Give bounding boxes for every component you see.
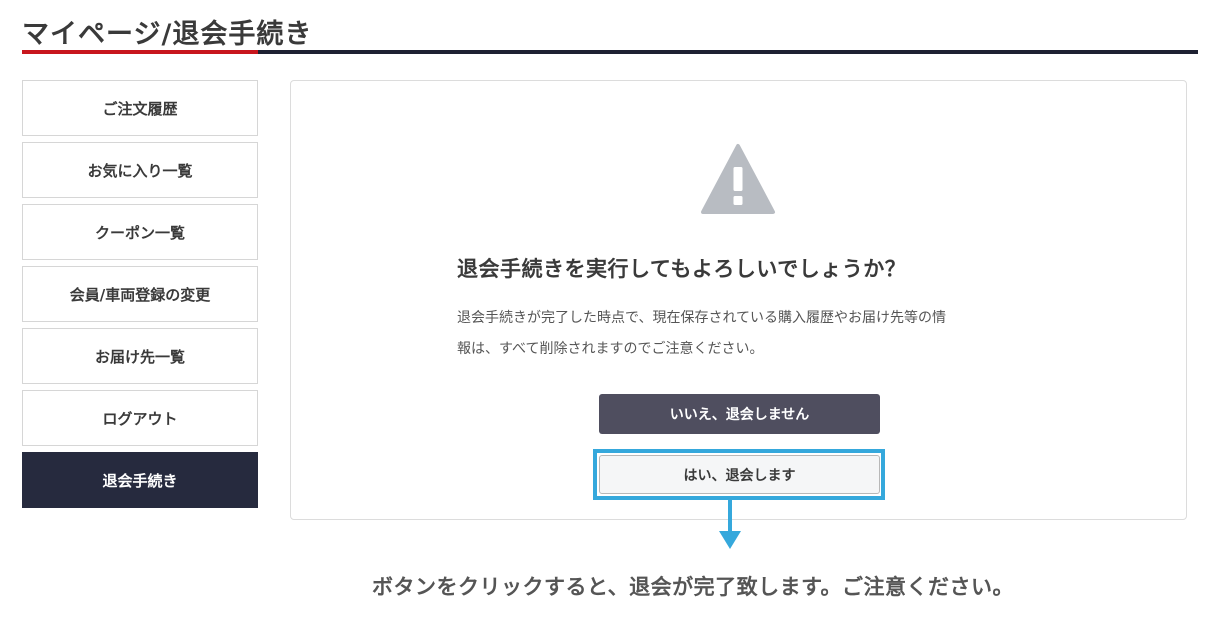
annotation-note: ボタンをクリックすると、退会が完了致します。ご注意ください。	[372, 575, 1015, 599]
sidebar-item-member-vehicle-settings[interactable]: 会員/車両登録の変更	[22, 266, 258, 322]
confirmation-heading: 退会手続きを実行してもよろしいでしょうか？	[457, 257, 907, 281]
warning-triangle-icon	[701, 144, 775, 214]
sidebar-menu: ご注文履歴 お気に入り一覧 クーポン一覧 会員/車両登録の変更 お届け先一覧 ロ…	[22, 80, 258, 514]
sidebar-item-shipping-addresses[interactable]: お届け先一覧	[22, 328, 258, 384]
sidebar-item-order-history[interactable]: ご注文履歴	[22, 80, 258, 136]
sidebar-item-coupons[interactable]: クーポン一覧	[22, 204, 258, 260]
confirmation-message: 退会手続きが完了した時点で、現在保存されている購入履歴やお届け先等の情 報は、す…	[457, 303, 1037, 365]
confirm-withdrawal-button[interactable]: はい、退会します	[599, 455, 880, 494]
confirmation-message-line-2: 報は、すべて削除されますのでご注意ください。	[457, 341, 764, 357]
sidebar-item-withdrawal[interactable]: 退会手続き	[22, 452, 258, 508]
confirmation-message-line-1: 退会手続きが完了した時点で、現在保存されている購入履歴やお届け先等の情	[457, 310, 947, 326]
sidebar-item-favorites[interactable]: お気に入り一覧	[22, 142, 258, 198]
cancel-withdrawal-button[interactable]: いいえ、退会しません	[599, 394, 880, 434]
arrow-down-icon	[719, 499, 741, 549]
sidebar-item-logout[interactable]: ログアウト	[22, 390, 258, 446]
withdrawal-confirmation-panel: 退会手続きを実行してもよろしいでしょうか？ 退会手続きが完了した時点で、現在保存…	[290, 80, 1187, 520]
title-underline-accent	[22, 50, 258, 54]
page-title: マイページ/退会手続き	[22, 19, 313, 50]
